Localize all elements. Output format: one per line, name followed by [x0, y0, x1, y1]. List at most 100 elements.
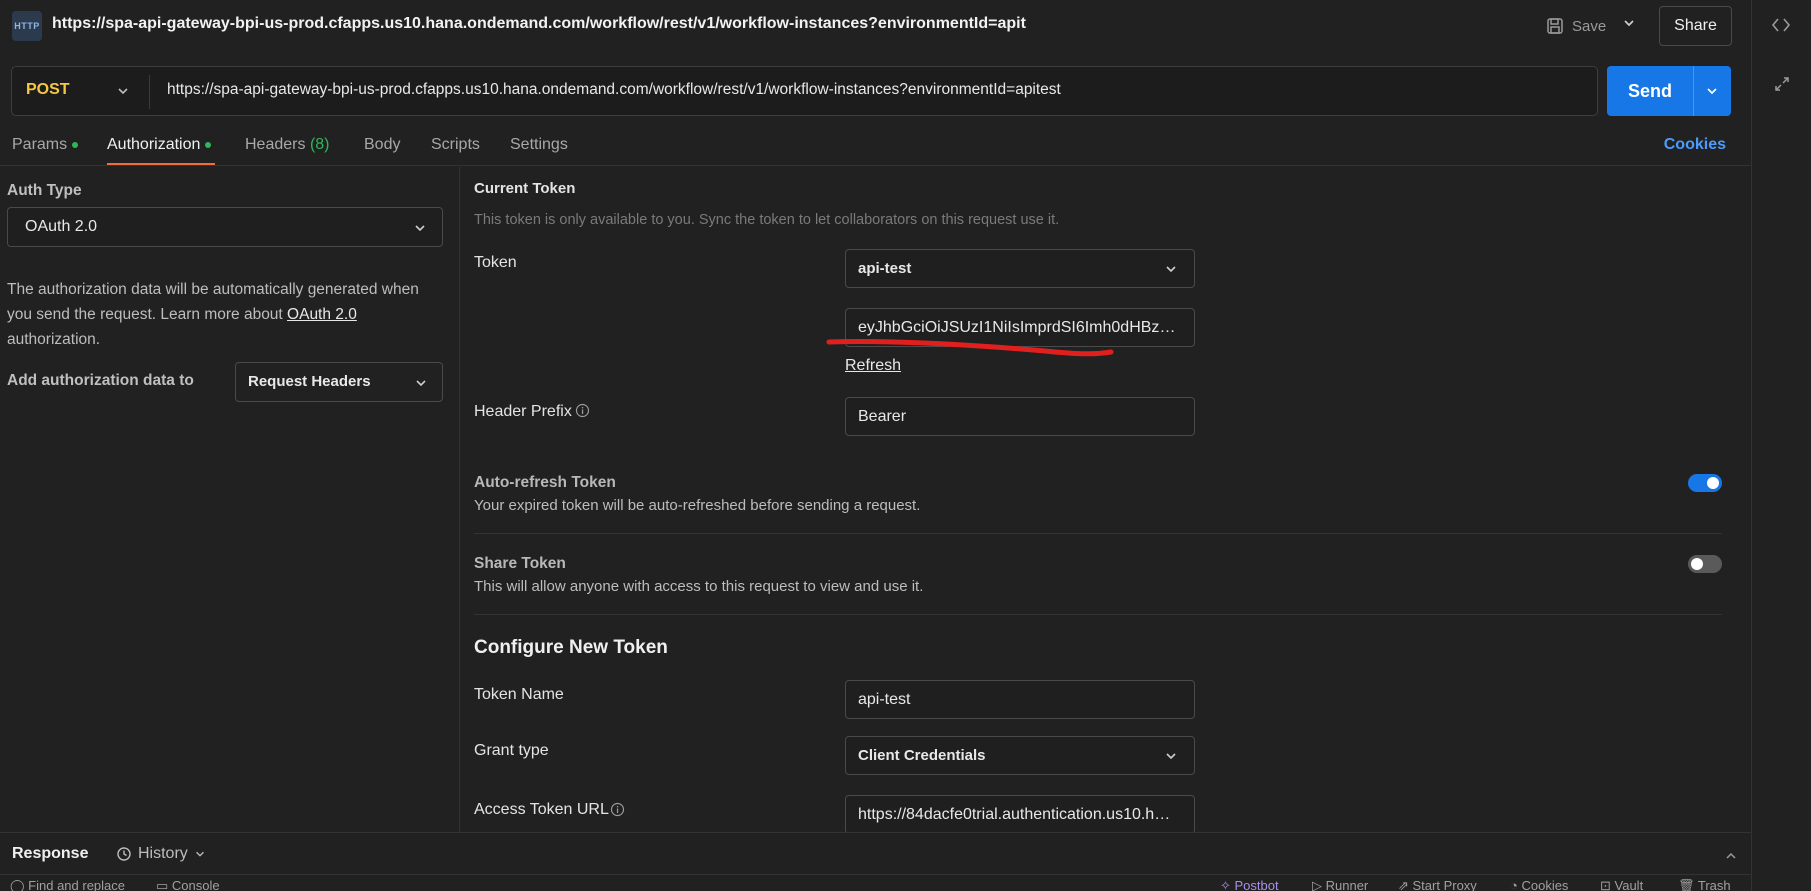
runner-label: Runner [1325, 878, 1369, 891]
token-panel: Current Token This token is only availab… [460, 167, 1740, 832]
section-divider [474, 533, 1722, 534]
request-title[interactable]: https://spa-api-gateway-bpi-us-prod.cfap… [52, 15, 1026, 33]
access-url-text: Access Token URL [474, 801, 609, 818]
header-prefix-input[interactable]: Bearer [845, 397, 1195, 436]
url-input[interactable]: https://spa-api-gateway-bpi-us-prod.cfap… [167, 81, 1061, 99]
headers-count: (8) [309, 136, 330, 153]
trash-label: Trash [1697, 878, 1731, 891]
save-icon [1546, 17, 1564, 35]
history-icon [116, 846, 132, 862]
red-underline-annotation [825, 335, 1125, 359]
auth-description: The authorization data will be automatic… [7, 277, 447, 352]
share-token-title: Share Token [474, 555, 566, 572]
share-token-desc: This will allow anyone with access to th… [474, 578, 924, 595]
token-name-value: api-test [858, 691, 911, 708]
http-request-icon: HTTP [12, 11, 42, 41]
info-icon[interactable] [610, 802, 625, 817]
auth-settings-panel: Auth Type OAuth 2.0 The authorization da… [0, 167, 458, 832]
vault-button[interactable]: ⊡ Vault [1600, 878, 1643, 891]
params-dot [72, 141, 79, 148]
auth-type-select[interactable]: OAuth 2.0 [7, 207, 443, 247]
send-button[interactable]: Send [1607, 66, 1693, 116]
chevron-down-icon [414, 376, 428, 390]
auto-refresh-desc: Your expired token will be auto-refreshe… [474, 497, 921, 514]
oauth-docs-link[interactable]: OAuth 2.0 [287, 306, 357, 323]
history-label: History [138, 845, 188, 862]
find-replace-button[interactable]: ◯ Find and replace [10, 878, 125, 891]
send-button-group: Send [1607, 66, 1731, 116]
access-token-url-label: Access Token URL [474, 801, 609, 819]
collapse-arrows-icon[interactable] [1774, 76, 1790, 92]
auth-type-label: Auth Type [7, 182, 82, 199]
auth-type-value: OAuth 2.0 [25, 218, 98, 235]
tab-authorization[interactable]: Authorization [107, 136, 212, 154]
add-auth-value: Request Headers [248, 373, 371, 390]
toggle-knob [1691, 558, 1703, 570]
send-options-chevron-icon[interactable] [1705, 84, 1719, 98]
toggle-knob [1707, 477, 1719, 489]
header-prefix-value: Bearer [858, 408, 907, 425]
trash-button[interactable]: 🗑 Trash [1678, 878, 1731, 891]
postbot-button[interactable]: ✧ Postbot [1220, 878, 1279, 891]
console-button[interactable]: ▭ Console [156, 878, 220, 891]
response-label[interactable]: Response [12, 845, 88, 863]
info-icon[interactable] [575, 403, 590, 418]
share-button[interactable]: Share [1659, 6, 1732, 46]
history-button[interactable]: History [116, 845, 206, 863]
start-proxy-button[interactable]: ⇗ Start Proxy [1398, 878, 1477, 891]
tab-headers[interactable]: Headers (8) [245, 136, 330, 154]
auth-desc-text: The authorization data will be automatic… [7, 281, 419, 323]
chevron-down-icon [194, 848, 206, 860]
cookies-button[interactable]: ◔ Cookies [1510, 878, 1568, 891]
tab-body[interactable]: Body [364, 136, 400, 154]
current-token-heading: Current Token [474, 180, 576, 197]
code-snippet-icon[interactable] [1770, 14, 1792, 36]
auto-refresh-toggle[interactable] [1688, 474, 1722, 492]
chevron-down-icon [413, 221, 427, 235]
send-divider [1693, 66, 1694, 116]
method-select[interactable]: POST [26, 81, 70, 99]
tab-label: Authorization [107, 136, 201, 153]
grant-type-value: Client Credentials [858, 747, 986, 764]
request-tabs: Params Authorization Headers (8) Body Sc… [0, 128, 1751, 166]
chevron-down-icon[interactable] [116, 84, 130, 98]
right-sidebar [1751, 0, 1811, 891]
status-bar: ◯ Find and replace ▭ Console ✧ Postbot ▷… [0, 874, 1751, 891]
tab-label: Params [12, 136, 68, 153]
active-tab-indicator [107, 163, 215, 165]
share-token-toggle[interactable] [1688, 555, 1722, 573]
start-proxy-label: Start Proxy [1412, 878, 1477, 891]
add-auth-select[interactable]: Request Headers [235, 362, 443, 402]
refresh-token-link[interactable]: Refresh [845, 357, 901, 375]
grant-type-select[interactable]: Client Credentials [845, 736, 1195, 775]
save-options-chevron-icon[interactable] [1622, 16, 1636, 30]
token-select[interactable]: api-test [845, 249, 1195, 288]
save-button[interactable]: Save [1546, 12, 1606, 40]
postbot-label: Postbot [1234, 878, 1279, 891]
tab-scripts[interactable]: Scripts [431, 136, 480, 154]
token-select-value: api-test [858, 260, 912, 277]
tab-params[interactable]: Params [12, 136, 79, 154]
auth-desc-suffix: authorization. [7, 331, 101, 348]
vault-label: Vault [1614, 878, 1644, 891]
access-token-url-value: https://84dacfe0trial.authentication.us1… [858, 806, 1178, 823]
runner-button[interactable]: ▷ Runner [1312, 878, 1368, 891]
add-auth-label: Add authorization data to [7, 372, 194, 389]
grant-type-label: Grant type [474, 742, 549, 759]
tab-label: Headers [245, 136, 306, 153]
find-replace-label: Find and replace [28, 878, 126, 891]
cookies-link[interactable]: Cookies [1664, 136, 1726, 154]
access-token-url-input[interactable]: https://84dacfe0trial.authentication.us1… [845, 795, 1195, 832]
current-token-note: This token is only available to you. Syn… [474, 212, 1060, 228]
console-label: Console [171, 878, 220, 891]
configure-token-heading: Configure New Token [474, 637, 668, 658]
token-name-label: Token Name [474, 686, 564, 703]
chevron-up-icon[interactable] [1724, 849, 1738, 863]
cookies-label: Cookies [1521, 878, 1569, 891]
token-label: Token [474, 254, 517, 271]
section-divider [474, 614, 1722, 615]
token-name-input[interactable]: api-test [845, 680, 1195, 719]
auto-refresh-title: Auto-refresh Token [474, 474, 616, 491]
chevron-down-icon [1164, 262, 1178, 276]
tab-settings[interactable]: Settings [510, 136, 568, 154]
